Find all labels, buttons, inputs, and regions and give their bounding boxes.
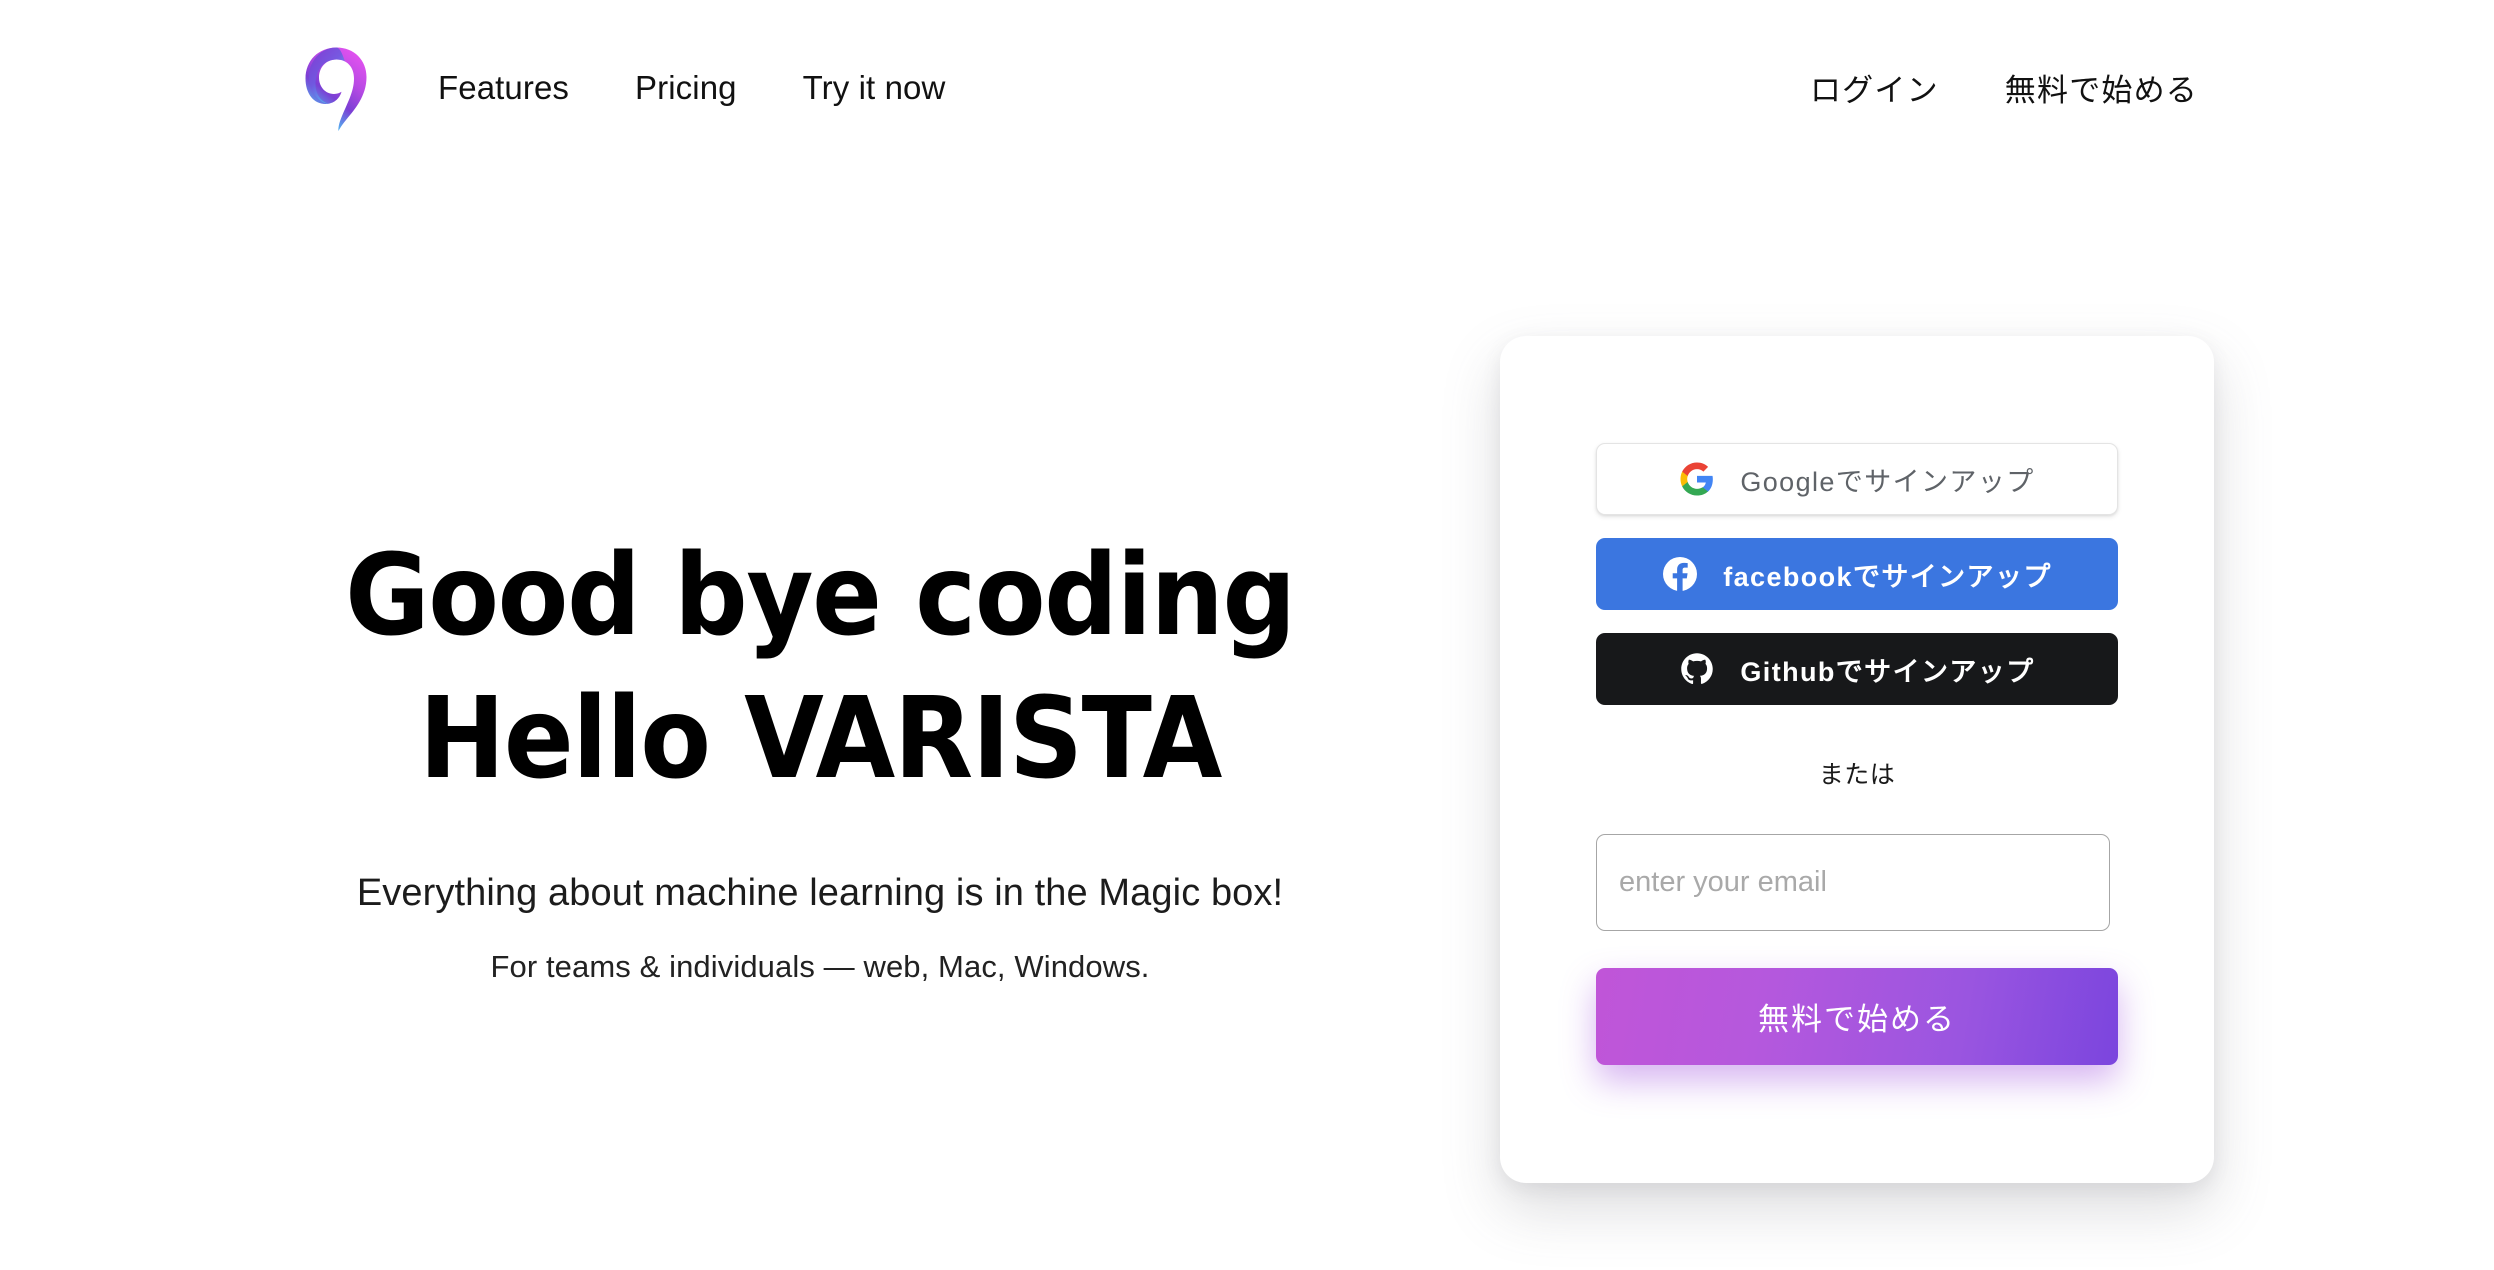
signup-card-body: Googleでサインアップ facebookでサインアップ Githubでサイン… [1596, 443, 2118, 1065]
account-nav: ログイン 無料で始める [1810, 0, 2198, 175]
start-free-button[interactable]: 無料で始める [1596, 968, 2118, 1065]
or-divider-label: または [1818, 761, 1896, 789]
hero-subtitle-secondary: For teams & individuals — web, Mac, Wind… [490, 948, 1150, 984]
google-icon [1679, 461, 1715, 497]
hero-subtitle: Everything about machine learning is in … [356, 871, 1284, 914]
facebook-signup-button[interactable]: facebookでサインアップ [1596, 538, 2118, 610]
google-signup-label: Googleでサインアップ [1740, 466, 2035, 497]
github-signup-button[interactable]: Githubでサインアップ [1596, 633, 2118, 705]
hero-title-line-2: Hello VARISTA [419, 674, 1222, 805]
page-title: Good bye coding Hello VARISTA [66, 525, 1575, 812]
nav-link-login[interactable]: ログイン [1810, 65, 1939, 110]
hero-content: Good bye coding Hello VARISTA Everything… [0, 525, 1640, 985]
email-input[interactable] [1596, 834, 2110, 931]
signup-card: Googleでサインアップ facebookでサインアップ Githubでサイン… [1500, 336, 2214, 1183]
github-signup-label: Githubでサインアップ [1740, 656, 2035, 687]
facebook-signup-label: facebookでサインアップ [1723, 561, 2052, 592]
hero-title-line-1: Good bye coding [345, 531, 1296, 661]
hero-section: Good bye coding Hello VARISTA Everything… [0, 0, 1640, 1270]
landing-page: Features Pricing Try it now ログイン 無料で始める … [0, 0, 2494, 1270]
github-icon [1679, 651, 1715, 687]
facebook-icon [1662, 556, 1698, 592]
nav-link-start-free[interactable]: 無料で始める [2005, 65, 2198, 110]
start-free-label: 無料で始める [1758, 1002, 1956, 1037]
google-signup-button[interactable]: Googleでサインアップ [1596, 443, 2118, 515]
